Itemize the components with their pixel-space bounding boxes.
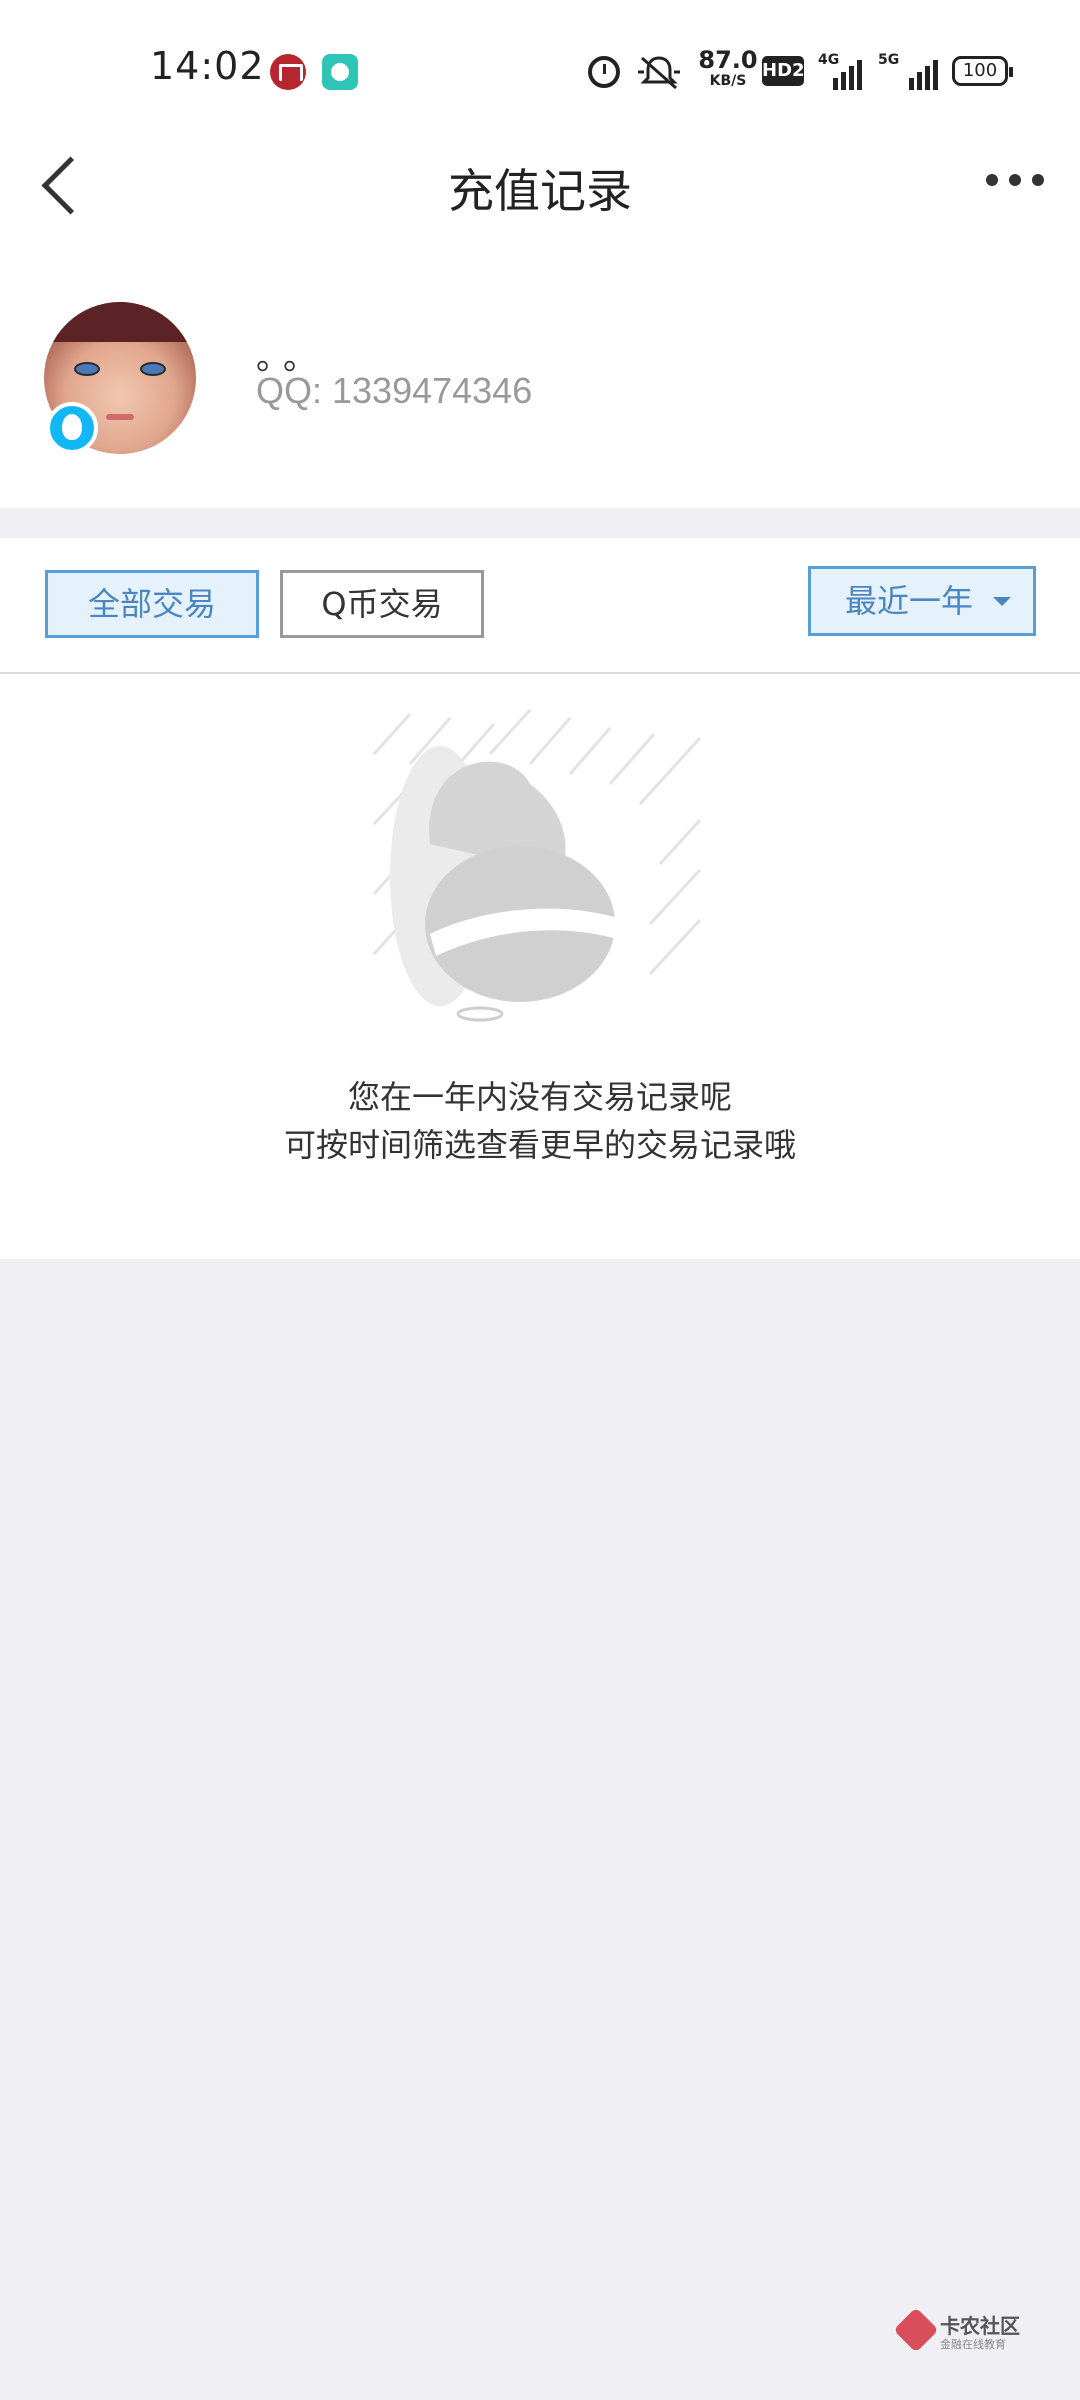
caret-down-icon xyxy=(993,597,1011,606)
period-dropdown-label: 最近一年 xyxy=(845,582,974,620)
hd-voice-icon: HD2 xyxy=(762,56,805,86)
filter-all-transactions-button[interactable]: 全部交易 xyxy=(45,570,259,638)
net-speed-value: 87.0 xyxy=(698,46,758,74)
signal-5g-icon: 5G xyxy=(878,52,938,90)
empty-message-line2: 可按时间筛选查看更早的交易记录哦 xyxy=(283,1126,796,1164)
empty-penguin-illustration xyxy=(370,694,710,1024)
qq-number: QQ: 1339474346 xyxy=(256,370,533,411)
watermark: 卡农社区 金融在线教育 xyxy=(893,2307,1030,2354)
alarm-icon xyxy=(588,56,620,88)
empty-message-line1: 您在一年内没有交易记录呢 xyxy=(347,1078,732,1116)
profile-card: 。。 QQ: 1339474346 xyxy=(0,250,1080,508)
net-speed: 87.0 KB/S xyxy=(698,48,758,96)
message-app-icon xyxy=(322,54,358,90)
signal-5g-label: 5G xyxy=(878,52,900,68)
signal-4g-icon: 4G xyxy=(818,52,862,90)
period-dropdown[interactable]: 最近一年 xyxy=(808,566,1036,636)
battery-icon: 100 xyxy=(952,56,1013,86)
watermark-title: 卡农社区 xyxy=(940,2314,1020,2338)
status-bar: 14:02 87.0 KB/S HD2 4G 5G 100 xyxy=(0,0,1080,115)
watermark-subtitle: 金融在线教育 xyxy=(940,2338,1006,2351)
more-dots-icon xyxy=(986,174,998,186)
more-options-button[interactable] xyxy=(980,155,1050,205)
page-title: 充值记录 xyxy=(448,164,632,218)
filter-qcoin-transactions-button[interactable]: Q币交易 xyxy=(280,570,484,638)
qq-penguin-icon xyxy=(46,402,98,454)
status-time: 14:02 xyxy=(150,44,265,88)
net-speed-unit: KB/S xyxy=(709,73,747,89)
nav-bar: 充值记录 xyxy=(0,115,1080,250)
empty-state: 您在一年内没有交易记录呢 可按时间筛选查看更早的交易记录哦 xyxy=(0,674,1080,1259)
bank-app-icon xyxy=(270,54,306,90)
mute-bell-icon xyxy=(636,54,682,90)
filter-row: 全部交易 Q币交易 最近一年 xyxy=(0,538,1080,674)
kanong-logo-icon xyxy=(893,2307,939,2353)
